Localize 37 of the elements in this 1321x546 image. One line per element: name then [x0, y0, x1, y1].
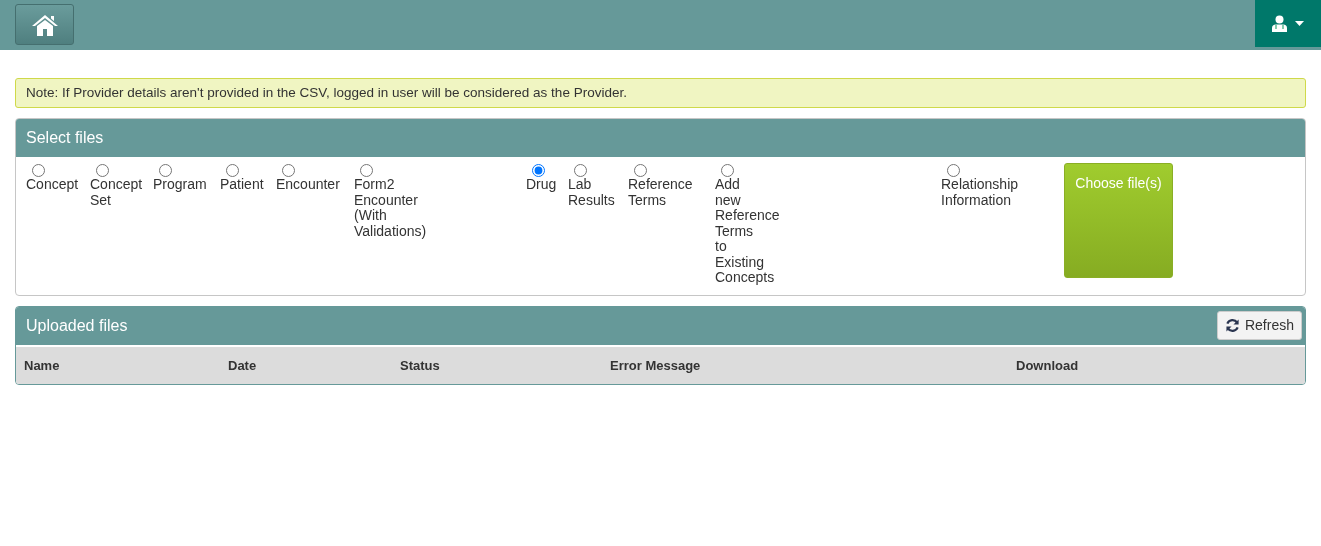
option-label: Patient: [220, 177, 264, 193]
refresh-button[interactable]: Refresh: [1216, 311, 1302, 341]
radio-button[interactable]: [947, 164, 960, 178]
radio-button[interactable]: [721, 164, 734, 178]
doctor-icon: [1272, 15, 1287, 32]
option-label: Concept: [26, 177, 79, 193]
radio-button[interactable]: [532, 164, 545, 178]
note-banner: Note: If Provider details aren't provided in the CSV, logged in user will be considered as the Provider.: [15, 78, 1306, 109]
refresh-icon: [1224, 318, 1240, 334]
panel-title: Uploaded files: [26, 315, 128, 336]
column-header: Date: [228, 357, 257, 373]
column-header: Status: [400, 357, 440, 373]
caret-icon: [1295, 21, 1304, 26]
column-header: Name: [24, 357, 60, 373]
panel-title: Select files: [26, 128, 104, 149]
radio-button[interactable]: [282, 164, 295, 178]
home-button[interactable]: [15, 4, 74, 45]
column-header: Error Message: [610, 357, 701, 373]
option-label: Drug: [526, 177, 557, 193]
option-label: Form2 Encounter (With Validations): [354, 177, 427, 240]
radio-button[interactable]: [226, 164, 239, 178]
radio-button[interactable]: [574, 164, 587, 178]
option-label: Concept Set: [90, 177, 143, 209]
option-label: Relationship Information: [941, 177, 1019, 209]
home-icon: [30, 12, 59, 37]
radio-button[interactable]: [96, 164, 109, 178]
radio-button[interactable]: [159, 164, 172, 178]
option-label: Reference Terms: [628, 177, 693, 209]
radio-button[interactable]: [32, 164, 45, 178]
option-label: Add new Reference Terms to Existing Concepts: [715, 177, 780, 286]
option-label: Lab Results: [568, 177, 615, 209]
user-menu-button[interactable]: [1255, 0, 1321, 47]
radio-button[interactable]: [360, 164, 373, 178]
option-label: Encounter: [276, 177, 340, 193]
option-label: Program: [153, 177, 207, 193]
column-header: Download: [1016, 357, 1079, 373]
radio-button[interactable]: [634, 164, 647, 178]
